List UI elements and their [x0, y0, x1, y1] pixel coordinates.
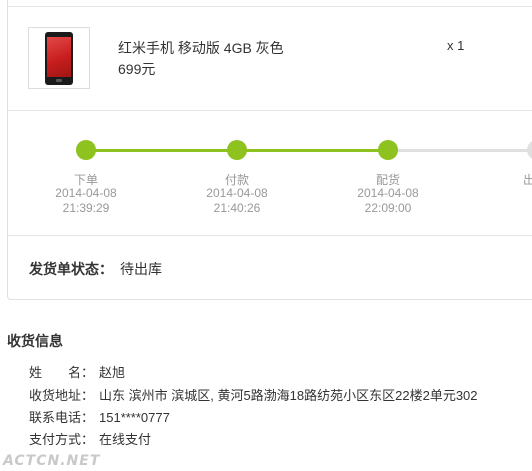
product-thumbnail[interactable] — [28, 27, 90, 89]
product-name[interactable]: 红米手机 移动版 4GB 灰色 — [118, 38, 284, 58]
receiver-phone-row: 联系电话： 151****0777 — [29, 407, 170, 426]
receiver-payment-key: 支付方式： — [29, 432, 95, 447]
card-top-divider — [8, 6, 532, 7]
receiver-name-key: 姓 名： — [29, 365, 95, 380]
product-price: 699元 — [118, 61, 156, 77]
progress-track-pending — [388, 149, 532, 152]
product-divider — [8, 110, 532, 111]
step-dot-payment — [227, 140, 247, 160]
receiver-address-value: 山东 滨州市 滨城区, 黄河5路渤海18路纺苑小区东区22楼2单元302 — [99, 388, 478, 403]
receiver-payment-value: 在线支付 — [99, 432, 152, 447]
step-time-packing: 22:09:00 — [364, 201, 412, 215]
product-quantity: x 1 — [447, 38, 465, 53]
order-detail-page: 红米手机 移动版 4GB 灰色 699元 x 1 下单 2014-04-08 2… — [0, 0, 532, 471]
status-divider — [8, 235, 532, 236]
step-time-payment: 21:40:26 — [213, 201, 261, 215]
shipment-status-value: 待出库 — [120, 261, 162, 277]
shipment-status-label: 发货单状态： — [29, 261, 113, 277]
receiver-address-key: 收货地址： — [29, 388, 95, 403]
receiver-address-row: 收货地址： 山东 滨州市 滨城区, 黄河5路渤海18路纺苑小区东区22楼2单元30… — [29, 385, 478, 404]
receiver-payment-row: 支付方式： 在线支付 — [29, 429, 151, 448]
receiver-section-title: 收货信息 — [7, 333, 63, 349]
site-watermark: ACTCN.NET — [3, 453, 101, 469]
step-date-payment: 2014-04-08 — [206, 186, 268, 200]
step-date-order: 2014-04-08 — [55, 186, 117, 200]
receiver-phone-value: 151****0777 — [99, 410, 170, 425]
step-dot-packing — [378, 140, 398, 160]
step-date-packing: 2014-04-08 — [357, 186, 419, 200]
receiver-name-row: 姓 名： 赵旭 — [29, 362, 125, 381]
step-dot-order — [76, 140, 96, 160]
receiver-name-value: 赵旭 — [99, 365, 126, 380]
receiver-phone-key: 联系电话： — [29, 410, 95, 425]
step-time-order: 21:39:29 — [62, 201, 110, 215]
phone-image-icon — [45, 32, 73, 85]
step-label-shipping: 出 — [523, 173, 532, 187]
